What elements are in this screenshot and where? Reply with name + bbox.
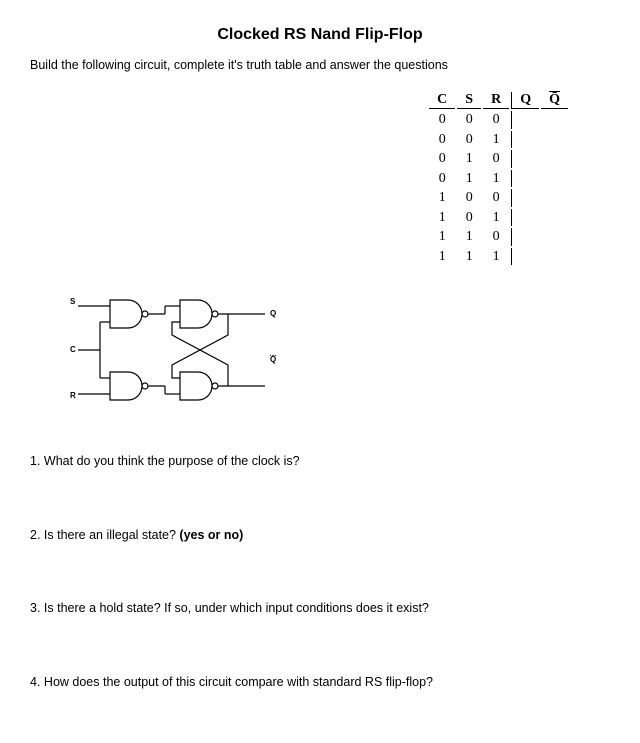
table-row: 100 xyxy=(429,189,568,207)
q-num: 2. xyxy=(30,528,40,542)
table-row: 000 xyxy=(429,111,568,129)
q-num: 4. xyxy=(30,675,40,689)
q-num: 3. xyxy=(30,601,40,615)
table-row: 101 xyxy=(429,209,568,227)
table-row: 010 xyxy=(429,150,568,168)
circuit-svg: S C R Q Q̄ xyxy=(70,290,290,410)
q-text: What do you think the purpose of the clo… xyxy=(44,454,300,468)
q-num: 1. xyxy=(30,454,40,468)
circuit-diagram: S C R Q Q̄ xyxy=(70,290,610,413)
table-header-row: C S R Q Q̄ xyxy=(429,92,568,109)
q-text-pre: Is there an illegal state? xyxy=(44,528,180,542)
label-r: R xyxy=(70,391,76,400)
col-c: C xyxy=(429,92,455,109)
questions: 1. What do you think the purpose of the … xyxy=(30,453,610,691)
question-3: 3. Is there a hold state? If so, under w… xyxy=(30,600,610,618)
label-qbar: Q̄ xyxy=(270,355,276,364)
col-s: S xyxy=(457,92,481,109)
q-text: How does the output of this circuit comp… xyxy=(44,675,433,689)
table-row: 011 xyxy=(429,170,568,188)
q-text-bold: (yes or no) xyxy=(179,528,243,542)
truth-table: C S R Q Q̄ 000 001 010 011 100 101 110 1… xyxy=(427,90,570,267)
table-row: 111 xyxy=(429,248,568,266)
col-q: Q xyxy=(511,92,539,109)
instructions: Build the following circuit, complete it… xyxy=(30,58,610,72)
upper-area: C S R Q Q̄ 000 001 010 011 100 101 110 1… xyxy=(30,90,610,270)
label-q: Q xyxy=(270,309,276,318)
col-qbar: Q̄ xyxy=(541,92,568,109)
table-row: 001 xyxy=(429,131,568,149)
col-r: R xyxy=(483,92,509,109)
question-4: 4. How does the output of this circuit c… xyxy=(30,674,610,692)
label-c: C xyxy=(70,345,76,354)
svg-text:Q̄: Q̄ xyxy=(270,355,276,364)
question-2: 2. Is there an illegal state? (yes or no… xyxy=(30,527,610,545)
page-title: Clocked RS Nand Flip-Flop xyxy=(30,26,610,44)
table-row: 110 xyxy=(429,228,568,246)
q-text: Is there a hold state? If so, under whic… xyxy=(44,601,429,615)
question-1: 1. What do you think the purpose of the … xyxy=(30,453,610,471)
label-s: S xyxy=(70,297,76,306)
